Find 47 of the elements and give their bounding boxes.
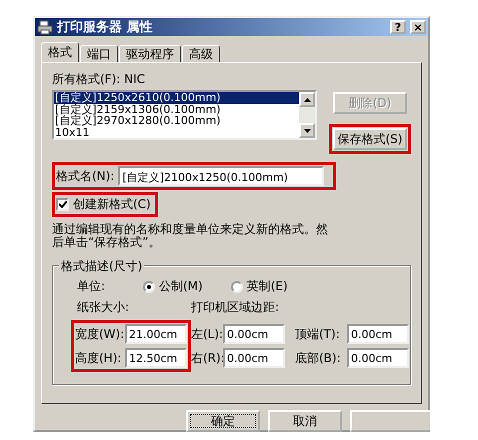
format-list[interactable]: [自定义]1250x2610(0.100mm) [自定义]2159x1306(0.100mm) [自定义]2970x1280(0.100mm) 10x11 bbox=[52, 90, 317, 140]
checkbox-label: 创建新格式(C) bbox=[73, 196, 151, 213]
field-label: 宽度(W): bbox=[75, 326, 123, 342]
tab[interactable]: 端口 bbox=[80, 45, 118, 62]
field-label: 高度(H): bbox=[75, 350, 122, 366]
field-label: 顶端(T): bbox=[295, 326, 341, 342]
input-field[interactable]: 21.00cm bbox=[125, 324, 187, 344]
dialog-button[interactable]: 取消 bbox=[268, 410, 342, 432]
unit-label: 单位: bbox=[77, 278, 106, 295]
help-button[interactable]: ? bbox=[390, 20, 406, 34]
radio-button[interactable] bbox=[143, 280, 155, 292]
dialog-button[interactable]: 保存格式(S) bbox=[333, 128, 407, 150]
window-title: 打印服务器 属性 bbox=[57, 19, 154, 36]
tab[interactable]: 驱动程序 bbox=[119, 45, 181, 62]
group-title: 格式描述(尺寸) bbox=[59, 258, 144, 275]
field-label: 左(L): bbox=[191, 326, 221, 342]
section-label: 打印机区域边距: bbox=[191, 299, 280, 316]
close-button[interactable]: × bbox=[410, 20, 426, 34]
list-label: 所有格式(F): NIC bbox=[52, 71, 146, 88]
input-field[interactable]: 12.50cm bbox=[125, 348, 187, 368]
tab[interactable]: 高级 bbox=[182, 45, 220, 62]
radio-label: 公制(M) bbox=[159, 278, 203, 295]
field-label: 底部(B): bbox=[295, 350, 342, 366]
dialog-button[interactable]: 确定 bbox=[186, 410, 260, 432]
tab[interactable]: 格式 bbox=[41, 42, 79, 62]
section-label: 纸张大小: bbox=[77, 299, 130, 316]
input-field[interactable]: 0.00cm bbox=[347, 324, 409, 344]
printer-icon bbox=[37, 19, 53, 35]
input-field[interactable]: [自定义]2100x1250(0.100mm) bbox=[118, 166, 324, 186]
field-label: 格式名(N): bbox=[56, 168, 114, 184]
input-field[interactable]: 0.00cm bbox=[223, 348, 285, 368]
radio-button[interactable] bbox=[230, 280, 243, 292]
triangle-up-icon bbox=[304, 98, 310, 102]
input-field[interactable]: 0.00cm bbox=[347, 348, 409, 368]
list-item[interactable]: [自定义]2970x1280(0.100mm) bbox=[54, 115, 299, 126]
hint-text: 通过编辑现有的名称和度量单位来定义新的格式。然后单击“保存格式”。 bbox=[52, 223, 329, 249]
list-item[interactable]: 10x11 bbox=[54, 126, 299, 138]
scrollbar[interactable] bbox=[299, 92, 315, 138]
list-item[interactable]: [自定义]2159x1306(0.100mm) bbox=[54, 104, 299, 115]
radio-label: 英制(E) bbox=[246, 278, 288, 295]
input-field[interactable]: 0.00cm bbox=[223, 324, 285, 344]
checkbox[interactable] bbox=[56, 198, 69, 211]
scroll-up-button[interactable] bbox=[299, 92, 315, 107]
scroll-down-button[interactable] bbox=[299, 123, 315, 138]
triangle-down-icon bbox=[304, 128, 310, 132]
field-label: 右(R): bbox=[191, 350, 221, 366]
list-item[interactable]: [自定义]1250x2610(0.100mm) bbox=[54, 92, 299, 104]
